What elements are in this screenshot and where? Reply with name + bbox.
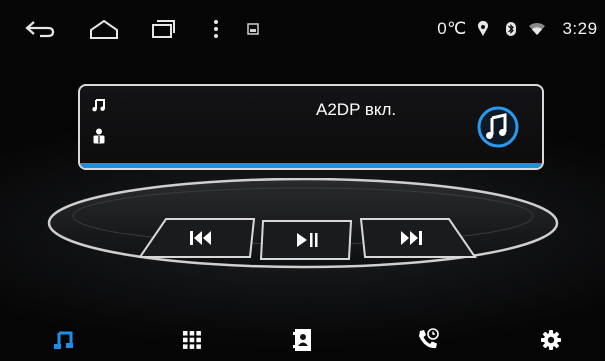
wifi-icon xyxy=(526,14,548,44)
status-bar: 0℃ 3:29 xyxy=(0,0,605,58)
recent-apps-icon[interactable] xyxy=(148,14,178,44)
bluetooth-icon xyxy=(502,14,520,44)
screenshot-icon xyxy=(245,14,261,44)
call-history-icon[interactable] xyxy=(413,325,443,355)
now-playing-title: A2DP вкл. xyxy=(316,100,397,119)
contacts-icon[interactable] xyxy=(288,325,318,355)
play-pause-button[interactable] xyxy=(257,213,357,263)
artist-icon xyxy=(92,128,106,149)
now-playing-card: A2DP вкл. xyxy=(78,84,544,170)
apps-grid-icon[interactable] xyxy=(177,325,207,355)
next-track-button[interactable] xyxy=(357,213,479,263)
location-icon xyxy=(474,14,492,44)
home-icon[interactable] xyxy=(86,14,122,44)
back-icon[interactable] xyxy=(22,14,58,44)
progress-bar xyxy=(80,163,542,168)
temperature-label: 0℃ xyxy=(437,19,467,38)
itunes-music-icon[interactable] xyxy=(476,105,520,154)
music-icon[interactable] xyxy=(48,325,78,355)
bottom-navigation xyxy=(0,318,605,361)
music-note-icon xyxy=(92,98,106,117)
previous-track-button[interactable] xyxy=(136,213,258,263)
clock: 3:29 xyxy=(562,19,598,38)
settings-icon[interactable] xyxy=(536,325,566,355)
overflow-menu-icon[interactable] xyxy=(208,14,224,44)
